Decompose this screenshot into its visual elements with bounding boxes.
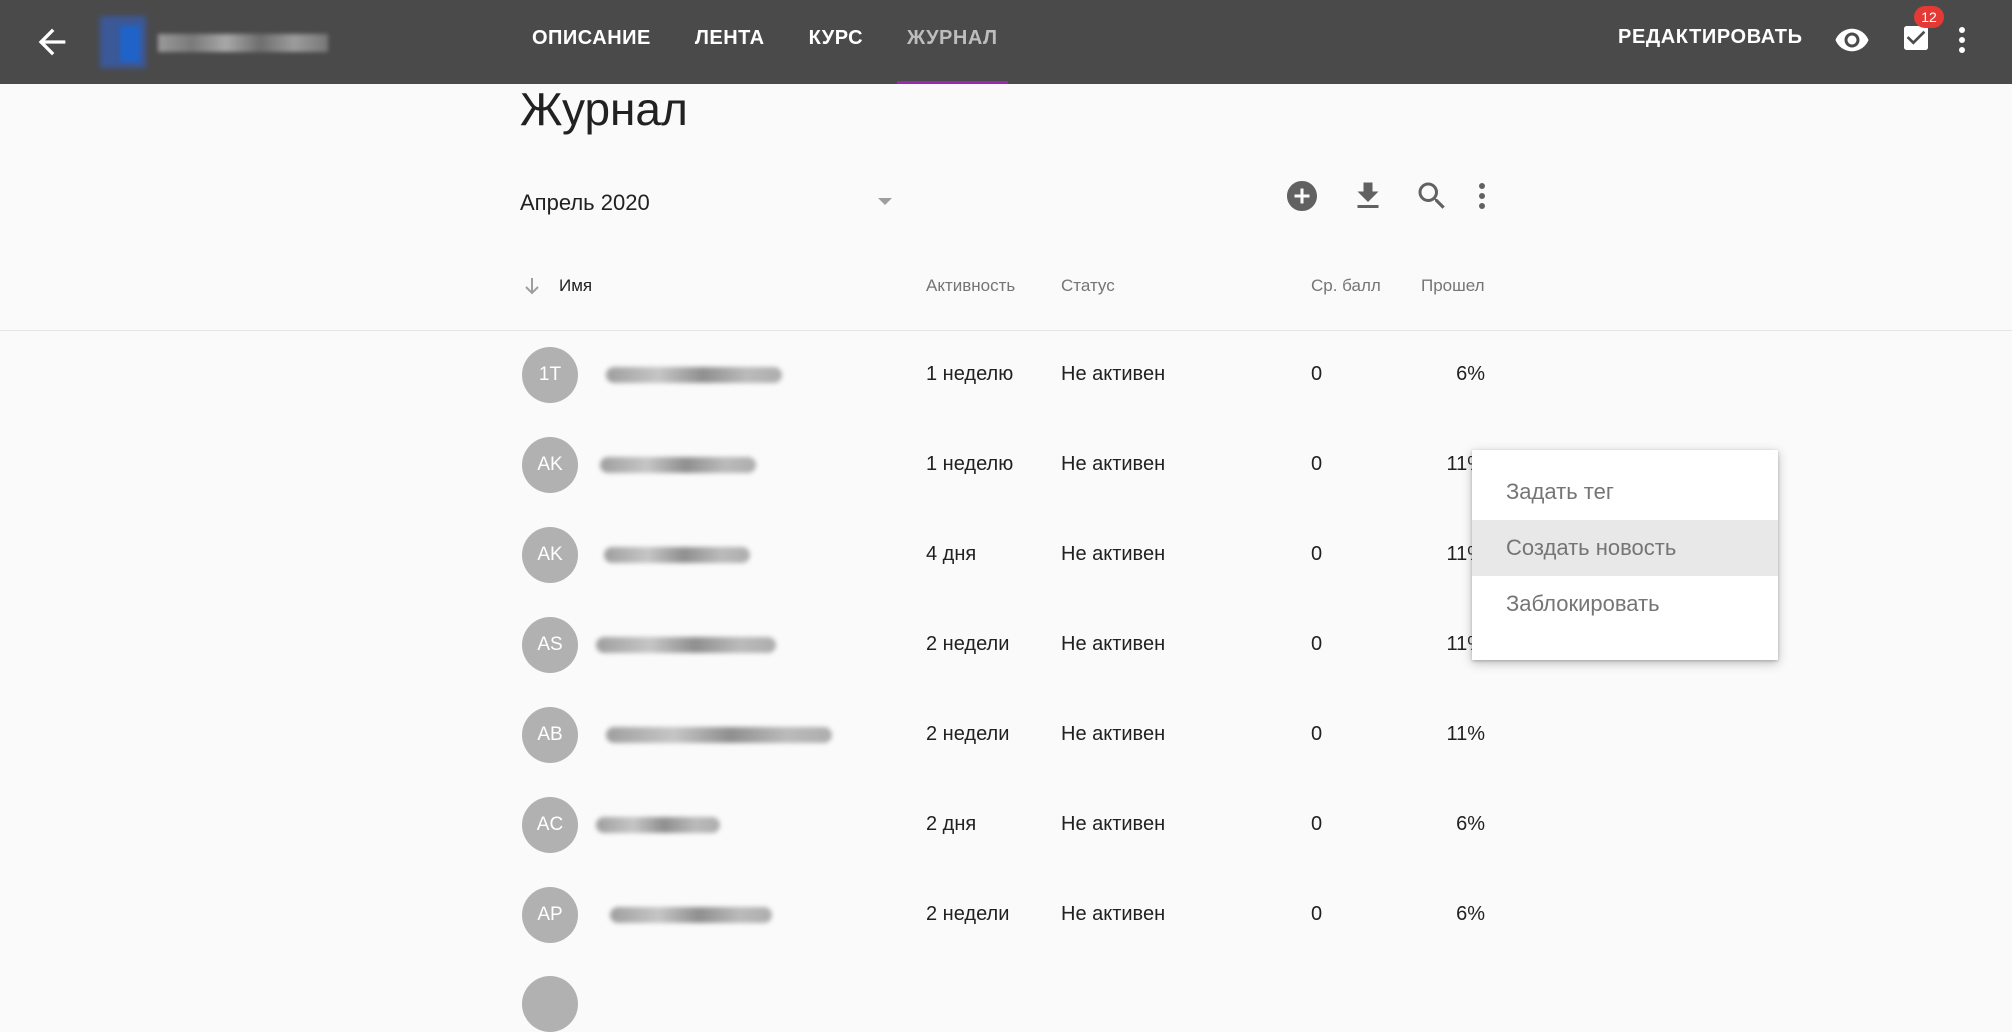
arrow-back-icon[interactable]	[32, 22, 72, 62]
column-header-avg[interactable]: Ср. балл	[1311, 276, 1381, 296]
avatar: 1T	[522, 347, 578, 403]
tab-course[interactable]: КУРС	[787, 0, 885, 84]
table-row[interactable]: AP 2 недели Не активен 0 6%	[0, 887, 1500, 977]
dropdown-caret-icon	[878, 198, 892, 205]
activity-cell: 2 недели	[926, 633, 1010, 655]
avg-score-cell: 0	[1311, 363, 1323, 385]
activity-cell: 1 неделю	[926, 363, 1014, 385]
column-header-status[interactable]: Статус	[1061, 276, 1115, 296]
table-row[interactable]: AK 4 дня Не активен 0 11%	[0, 527, 1500, 617]
student-name-redacted	[604, 547, 750, 563]
table-row[interactable]: AB 2 недели Не активен 0 11%	[0, 707, 1500, 797]
avatar: AB	[522, 707, 578, 763]
sort-arrow-down-icon[interactable]	[522, 274, 542, 298]
month-select[interactable]: Апрель 2020	[520, 180, 892, 224]
student-name-redacted	[606, 367, 782, 383]
activity-cell: 2 дня	[926, 813, 977, 835]
student-name-redacted	[596, 637, 776, 653]
passed-cell: 6%	[1456, 903, 1485, 925]
avatar: AP	[522, 887, 578, 943]
status-cell: Не активен	[1061, 723, 1166, 745]
tab-journal[interactable]: ЖУРНАЛ	[885, 0, 1020, 84]
add-circle-icon[interactable]	[1284, 178, 1320, 214]
avg-score-cell: 0	[1311, 453, 1323, 475]
status-cell: Не активен	[1061, 633, 1166, 655]
search-icon[interactable]	[1414, 178, 1450, 214]
table-row[interactable]: AC 2 дня Не активен 0 6%	[0, 797, 1500, 887]
activity-cell: 1 неделю	[926, 453, 1014, 475]
tasks-count-badge: 12	[1914, 6, 1944, 28]
edit-button[interactable]: РЕДАКТИРОВАТЬ	[1618, 26, 1803, 49]
avg-score-cell: 0	[1311, 633, 1323, 655]
avatar: AC	[522, 797, 578, 853]
passed-cell: 6%	[1456, 813, 1485, 835]
month-select-value: Апрель 2020	[520, 190, 650, 215]
page-title: Журнал	[520, 83, 688, 135]
more-vert-icon[interactable]	[1470, 178, 1494, 214]
column-header-name[interactable]: Имя	[559, 276, 592, 296]
activity-cell: 4 дня	[926, 543, 977, 565]
column-header-passed[interactable]: Прошел	[1421, 276, 1485, 296]
course-tabs: ОПИСАНИЕ ЛЕНТА КУРС ЖУРНАЛ	[510, 0, 1020, 84]
row-context-menu: Задать тег Создать новость Заблокировать	[1472, 450, 1778, 660]
passed-cell: 6%	[1456, 363, 1485, 385]
download-icon[interactable]	[1350, 178, 1386, 214]
status-cell: Не активен	[1061, 453, 1166, 475]
more-vert-icon[interactable]	[1950, 22, 1974, 58]
table-row[interactable]: AK 1 неделю Не активен 0 11%	[0, 437, 1500, 527]
student-name-redacted	[600, 457, 756, 473]
menu-item-create-news[interactable]: Создать новость	[1472, 520, 1778, 576]
avatar: AS	[522, 617, 578, 673]
student-name-redacted	[610, 907, 772, 923]
avg-score-cell: 0	[1311, 543, 1323, 565]
menu-item-block[interactable]: Заблокировать	[1472, 576, 1778, 632]
student-name-redacted	[606, 727, 832, 743]
activity-cell: 2 недели	[926, 723, 1010, 745]
avg-score-cell: 0	[1311, 813, 1323, 835]
avg-score-cell: 0	[1311, 723, 1323, 745]
avatar: AK	[522, 527, 578, 583]
menu-item-set-tag[interactable]: Задать тег	[1472, 464, 1778, 520]
course-logo[interactable]	[100, 12, 330, 72]
top-app-bar: ОПИСАНИЕ ЛЕНТА КУРС ЖУРНАЛ РЕДАКТИРОВАТЬ…	[0, 0, 2012, 84]
column-header-activity[interactable]: Активность	[926, 276, 1015, 296]
student-name-redacted	[596, 817, 720, 833]
avg-score-cell: 0	[1311, 903, 1323, 925]
status-cell: Не активен	[1061, 363, 1166, 385]
avatar	[522, 976, 578, 1032]
avatar: AK	[522, 437, 578, 493]
header-divider	[0, 330, 2012, 331]
eye-icon[interactable]	[1834, 22, 1870, 58]
status-cell: Не активен	[1061, 543, 1166, 565]
activity-cell: 2 недели	[926, 903, 1010, 925]
tab-feed[interactable]: ЛЕНТА	[673, 0, 787, 84]
table-row[interactable]: AS 2 недели Не активен 0 11%	[0, 617, 1500, 707]
tab-description[interactable]: ОПИСАНИЕ	[510, 0, 673, 84]
passed-cell: 11%	[1446, 723, 1485, 745]
status-cell: Не активен	[1061, 813, 1166, 835]
status-cell: Не активен	[1061, 903, 1166, 925]
table-row[interactable]: 1T 1 неделю Не активен 0 6%	[0, 347, 1500, 437]
